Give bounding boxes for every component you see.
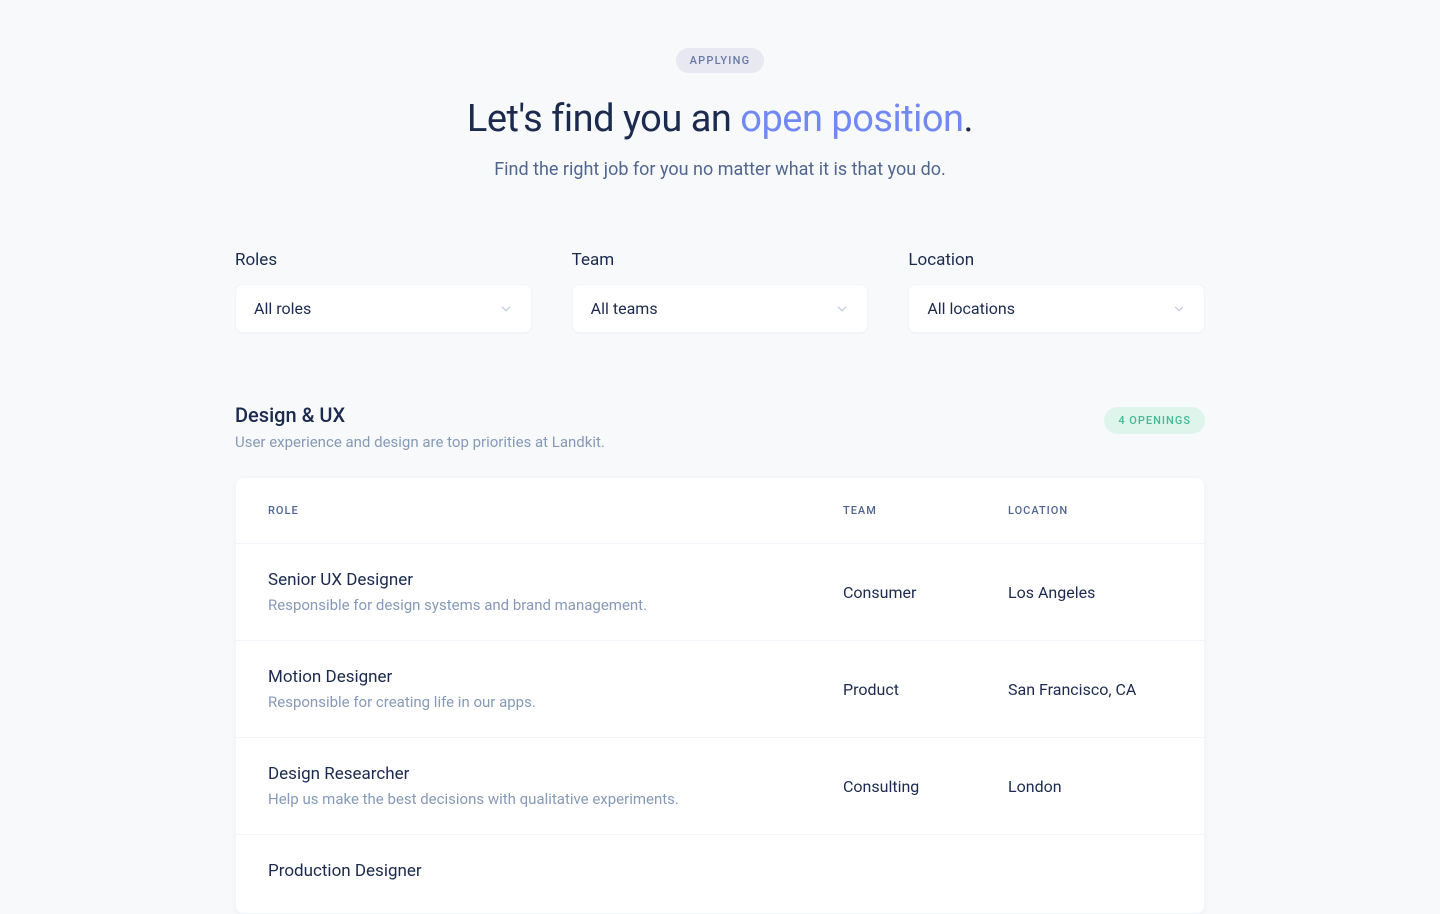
chevron-down-icon: [1172, 302, 1186, 316]
roles-select[interactable]: All roles: [235, 284, 532, 333]
role-team: Consumer: [843, 583, 1008, 602]
team-value: All teams: [591, 299, 658, 318]
location-select[interactable]: All locations: [908, 284, 1205, 333]
roles-label: Roles: [235, 250, 532, 270]
role-location: Los Angeles: [1008, 583, 1172, 602]
jobs-table: ROLE TEAM LOCATION Senior UX Designer Re…: [235, 477, 1205, 914]
team-select[interactable]: All teams: [572, 284, 869, 333]
location-value: All locations: [927, 299, 1015, 318]
openings-badge: 4 OPENINGS: [1104, 407, 1205, 434]
headline-accent: open position: [740, 97, 963, 141]
team-label: Team: [572, 250, 869, 270]
page-subheadline: Find the right job for you no matter wha…: [235, 159, 1205, 180]
chevron-down-icon: [835, 302, 849, 316]
column-location: LOCATION: [1008, 504, 1172, 517]
headline-suffix: .: [964, 97, 974, 141]
headline-prefix: Let's find you an: [467, 97, 740, 141]
role-title: Production Designer: [268, 861, 843, 881]
role-location: San Francisco, CA: [1008, 680, 1172, 699]
filter-team: Team All teams: [572, 250, 869, 333]
table-row[interactable]: Production Designer: [236, 835, 1204, 913]
filter-location: Location All locations: [908, 250, 1205, 333]
role-title: Design Researcher: [268, 764, 843, 784]
table-row[interactable]: Design Researcher Help us make the best …: [236, 738, 1204, 835]
role-desc: Help us make the best decisions with qua…: [268, 790, 843, 808]
role-location: London: [1008, 777, 1172, 796]
column-team: TEAM: [843, 504, 1008, 517]
chevron-down-icon: [499, 302, 513, 316]
filters-row: Roles All roles Team All teams Location …: [235, 250, 1205, 333]
table-row[interactable]: Motion Designer Responsible for creating…: [236, 641, 1204, 738]
column-role: ROLE: [268, 504, 843, 517]
page-header: APPLYING Let's find you an open position…: [235, 48, 1205, 180]
section-title: Design & UX: [235, 403, 605, 427]
table-row[interactable]: Senior UX Designer Responsible for desig…: [236, 544, 1204, 641]
section-subtitle: User experience and design are top prior…: [235, 433, 605, 451]
section-header: Design & UX User experience and design a…: [235, 403, 1205, 451]
page-headline: Let's find you an open position.: [235, 97, 1205, 141]
role-team: Product: [843, 680, 1008, 699]
filter-roles: Roles All roles: [235, 250, 532, 333]
role-team: Consulting: [843, 777, 1008, 796]
role-title: Motion Designer: [268, 667, 843, 687]
applying-badge: APPLYING: [676, 48, 765, 73]
table-header: ROLE TEAM LOCATION: [236, 478, 1204, 544]
role-title: Senior UX Designer: [268, 570, 843, 590]
role-desc: Responsible for creating life in our app…: [268, 693, 843, 711]
role-desc: Responsible for design systems and brand…: [268, 596, 843, 614]
location-label: Location: [908, 250, 1205, 270]
roles-value: All roles: [254, 299, 311, 318]
